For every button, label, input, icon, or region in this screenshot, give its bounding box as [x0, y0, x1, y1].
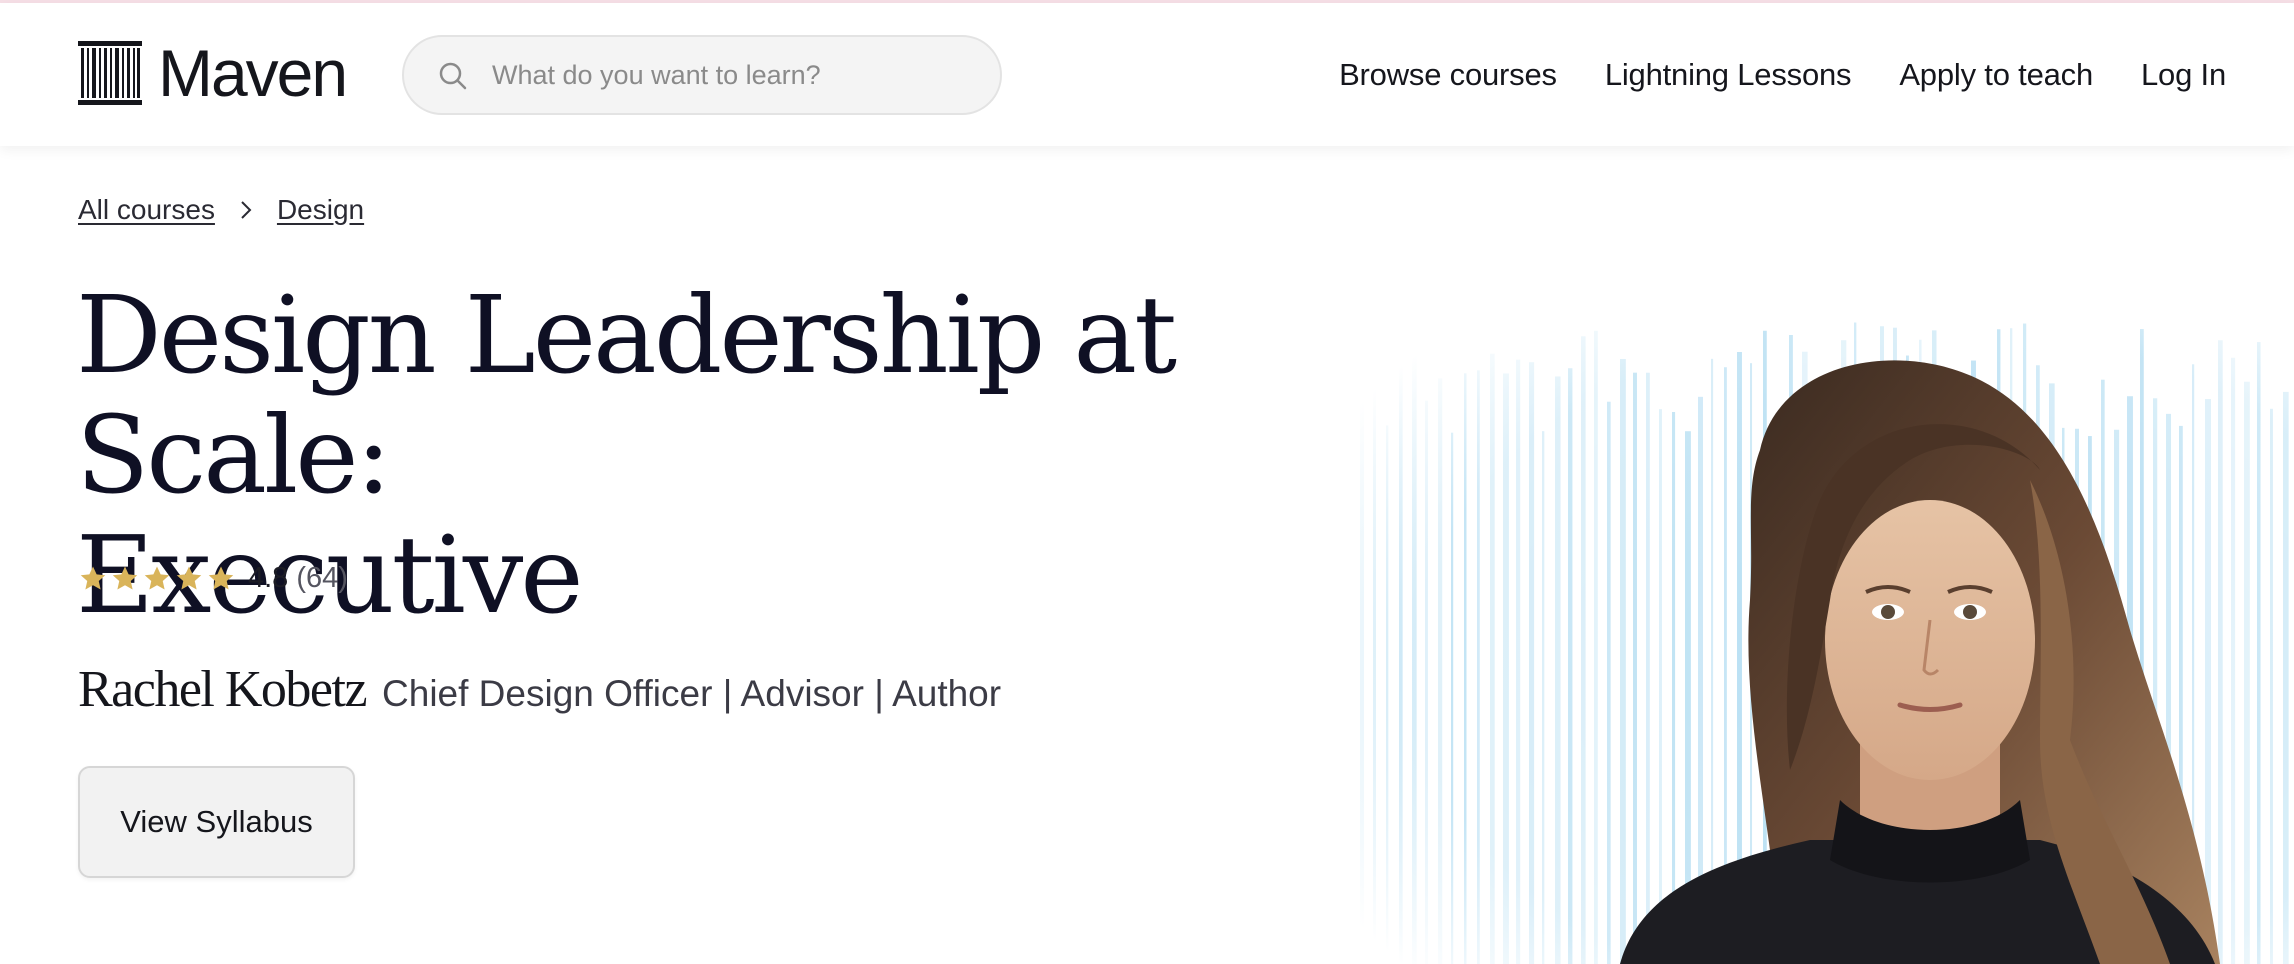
- instructor-hero-image: [1340, 300, 2294, 964]
- logo-text: Maven: [158, 36, 348, 110]
- search-bar[interactable]: [402, 35, 1002, 115]
- instructor-portrait: [1340, 300, 2294, 964]
- star-icon: [176, 566, 202, 589]
- star-icon: [208, 566, 234, 589]
- main-nav: Browse courses Lightning Lessons Apply t…: [1339, 3, 2226, 146]
- star-icon: [112, 566, 138, 589]
- breadcrumb-design[interactable]: Design: [277, 194, 364, 226]
- site-header: Maven Browse courses Lightning Lessons A…: [0, 3, 2294, 146]
- course-title-line-1: Design Leadership at Scale:: [76, 274, 1177, 518]
- rating-count: (64): [296, 562, 348, 594]
- rating-value: 4.8: [248, 562, 289, 594]
- view-syllabus-button[interactable]: View Syllabus: [78, 766, 355, 878]
- nav-browse-courses[interactable]: Browse courses: [1339, 57, 1557, 93]
- nav-log-in[interactable]: Log In: [2141, 57, 2226, 93]
- breadcrumb: All courses Design: [78, 194, 364, 226]
- search-input[interactable]: [492, 37, 982, 113]
- star-icon: [144, 566, 170, 589]
- search-icon: [439, 62, 467, 90]
- instructor-name: Rachel Kobetz: [78, 661, 368, 718]
- chevron-right-icon: [241, 201, 252, 219]
- nav-apply-to-teach[interactable]: Apply to teach: [1899, 57, 2093, 93]
- columns-logo-icon: [78, 41, 142, 105]
- breadcrumb-all-courses[interactable]: All courses: [78, 194, 215, 226]
- maven-logo[interactable]: Maven: [78, 36, 348, 110]
- instructor-role: Chief Design Officer | Advisor | Author: [382, 673, 1002, 714]
- instructor-info: Rachel Kobetz Chief Design Officer | Adv…: [78, 660, 1001, 719]
- course-rating: 4.8 (64): [78, 562, 348, 595]
- nav-lightning-lessons[interactable]: Lightning Lessons: [1605, 57, 1852, 93]
- star-icon: [80, 566, 106, 589]
